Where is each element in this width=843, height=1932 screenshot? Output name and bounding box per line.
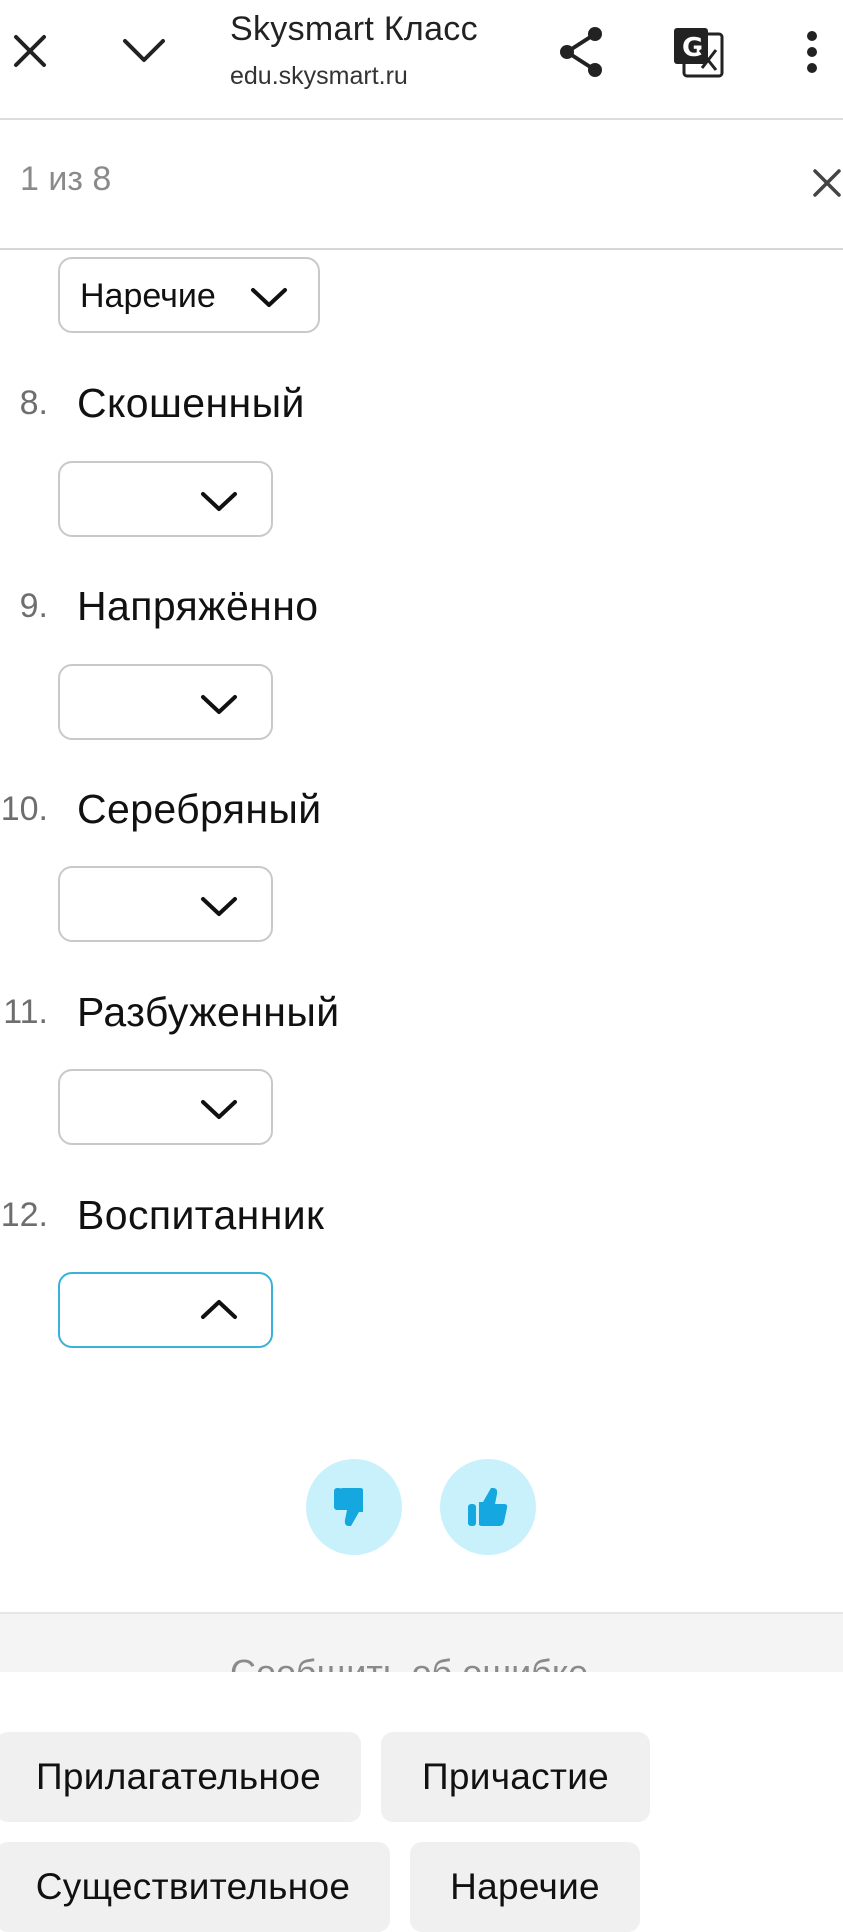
item-number: 8. — [19, 384, 48, 422]
report-error-link[interactable]: Сообщить об ошибке — [230, 1652, 588, 1674]
chevron-down-icon — [201, 1100, 237, 1119]
item-word: Воспитанник — [77, 1192, 325, 1238]
thumbs-up-icon — [468, 1488, 508, 1526]
like-button[interactable] — [440, 1459, 536, 1555]
option-chip[interactable]: Наречие — [410, 1842, 640, 1932]
item-word: Серебряный — [77, 786, 322, 832]
item-number: 12. — [0, 1196, 48, 1234]
translate-icon: G — [674, 28, 724, 78]
answer-select-open[interactable] — [58, 1272, 273, 1348]
answer-select-value: Наречие — [80, 277, 216, 315]
close-tab-button[interactable] — [6, 18, 54, 84]
share-icon — [560, 27, 602, 77]
find-close-button[interactable] — [812, 158, 843, 208]
find-in-page-bar: 1 из 8 — [0, 120, 843, 250]
options-sheet: Прилагательное Причастие Существительное… — [0, 1672, 843, 1932]
answer-select[interactable]: Наречие — [58, 257, 320, 333]
item-number: 10. — [0, 790, 48, 828]
svg-text:G: G — [682, 33, 703, 63]
answer-select[interactable] — [58, 461, 273, 537]
chevron-down-icon — [201, 695, 237, 714]
more-vert-icon — [807, 31, 817, 73]
close-icon — [14, 35, 46, 67]
minimize-button[interactable] — [118, 18, 170, 84]
find-match-count: 1 из 8 — [20, 160, 112, 198]
answer-select[interactable] — [58, 1069, 273, 1145]
close-icon — [813, 169, 841, 197]
share-button[interactable] — [552, 22, 612, 82]
item-word: Разбуженный — [77, 989, 340, 1035]
option-chip[interactable]: Причастие — [381, 1732, 650, 1822]
item-number: 11. — [3, 993, 48, 1031]
chevron-down-icon — [251, 288, 287, 307]
more-options-button[interactable] — [792, 22, 832, 82]
answer-select[interactable] — [58, 664, 273, 740]
item-word: Напряжённо — [77, 583, 319, 629]
item-number: 9. — [19, 587, 48, 625]
thumbs-down-icon — [334, 1488, 363, 1526]
dislike-button[interactable] — [306, 1459, 402, 1555]
chevron-down-icon — [201, 492, 237, 511]
answer-select[interactable] — [58, 866, 273, 942]
chevron-up-icon — [201, 1300, 237, 1319]
item-word: Скошенный — [77, 380, 305, 426]
page-title: Skysmart Класс — [230, 10, 478, 48]
option-chip[interactable]: Существительное — [0, 1842, 390, 1932]
option-chip[interactable]: Прилагательное — [0, 1732, 361, 1822]
chevron-down-icon — [201, 897, 237, 916]
chevron-down-icon — [123, 39, 165, 62]
translate-button[interactable]: G — [668, 22, 728, 82]
page-url: edu.skysmart.ru — [230, 62, 408, 90]
report-error-area: Сообщить об ошибке — [0, 1612, 843, 1674]
browser-toolbar: Skysmart Класс edu.skysmart.ru G — [0, 0, 843, 120]
